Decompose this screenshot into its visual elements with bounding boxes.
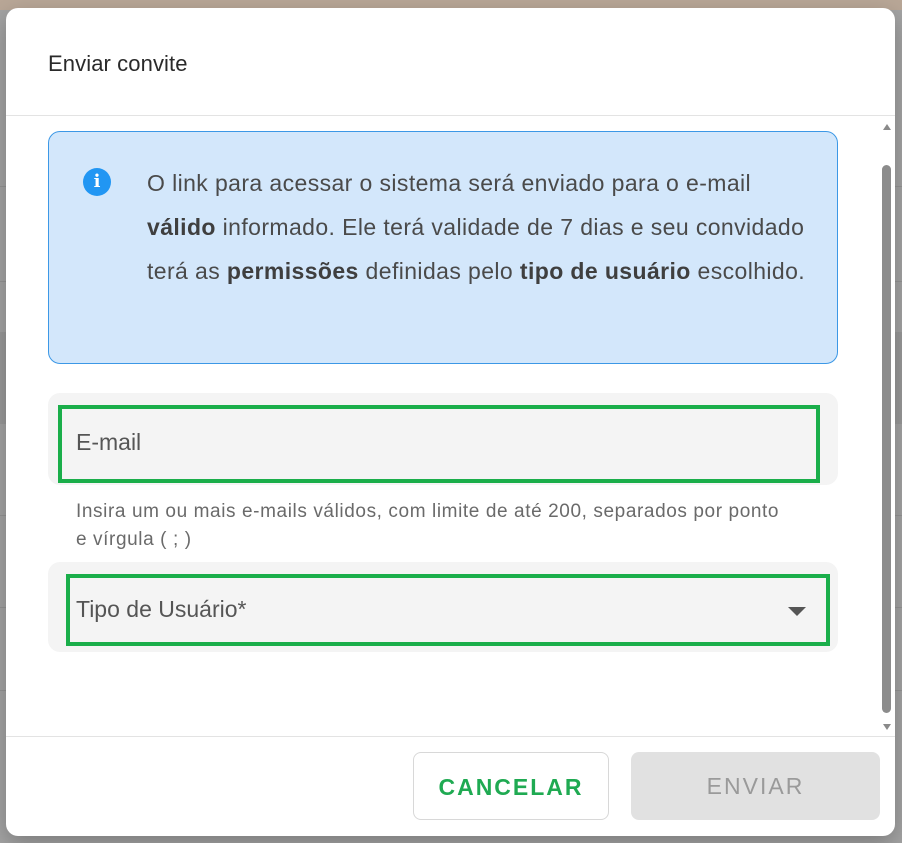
dialog-header: Enviar convite (6, 8, 895, 116)
user-type-select[interactable]: Tipo de Usuário* (48, 562, 838, 652)
scroll-down-icon[interactable] (883, 724, 891, 730)
cancel-button[interactable]: CANCELAR (413, 752, 609, 820)
email-helper-text: Insira um ou mais e-mails válidos, com l… (76, 501, 780, 550)
scrollbar-thumb[interactable] (882, 165, 891, 713)
dialog-footer: CANCELAR ENVIAR (6, 736, 895, 836)
send-button[interactable]: ENVIAR (631, 752, 880, 820)
user-type-label: Tipo de Usuário* (76, 596, 247, 622)
info-text-part: escolhido. (690, 258, 806, 284)
dropdown-arrow-icon[interactable] (788, 607, 806, 616)
email-field[interactable]: E-mail (48, 393, 838, 485)
info-alert: i O link para acessar o sistema será env… (48, 131, 838, 364)
dialog-body: i O link para acessar o sistema será env… (6, 117, 895, 736)
info-text-bold-permissions: permissões (226, 258, 359, 284)
info-text-bold-valid: válido (147, 214, 216, 240)
dialog-scrollbar[interactable] (880, 117, 895, 736)
info-message: O link para acessar o sistema será envia… (147, 161, 817, 293)
info-icon: i (83, 168, 111, 196)
invite-dialog: Enviar convite i O link para acessar o s… (6, 8, 895, 836)
scroll-up-icon[interactable] (883, 124, 891, 130)
info-text-part: definidas pelo (358, 258, 520, 284)
info-text-bold-user-type: tipo de usuário (519, 258, 691, 284)
info-text-part: O link para acessar o sistema será envia… (147, 170, 752, 196)
email-field-highlight (58, 405, 820, 483)
dialog-title: Enviar convite (48, 51, 188, 76)
email-field-label: E-mail (76, 429, 142, 455)
